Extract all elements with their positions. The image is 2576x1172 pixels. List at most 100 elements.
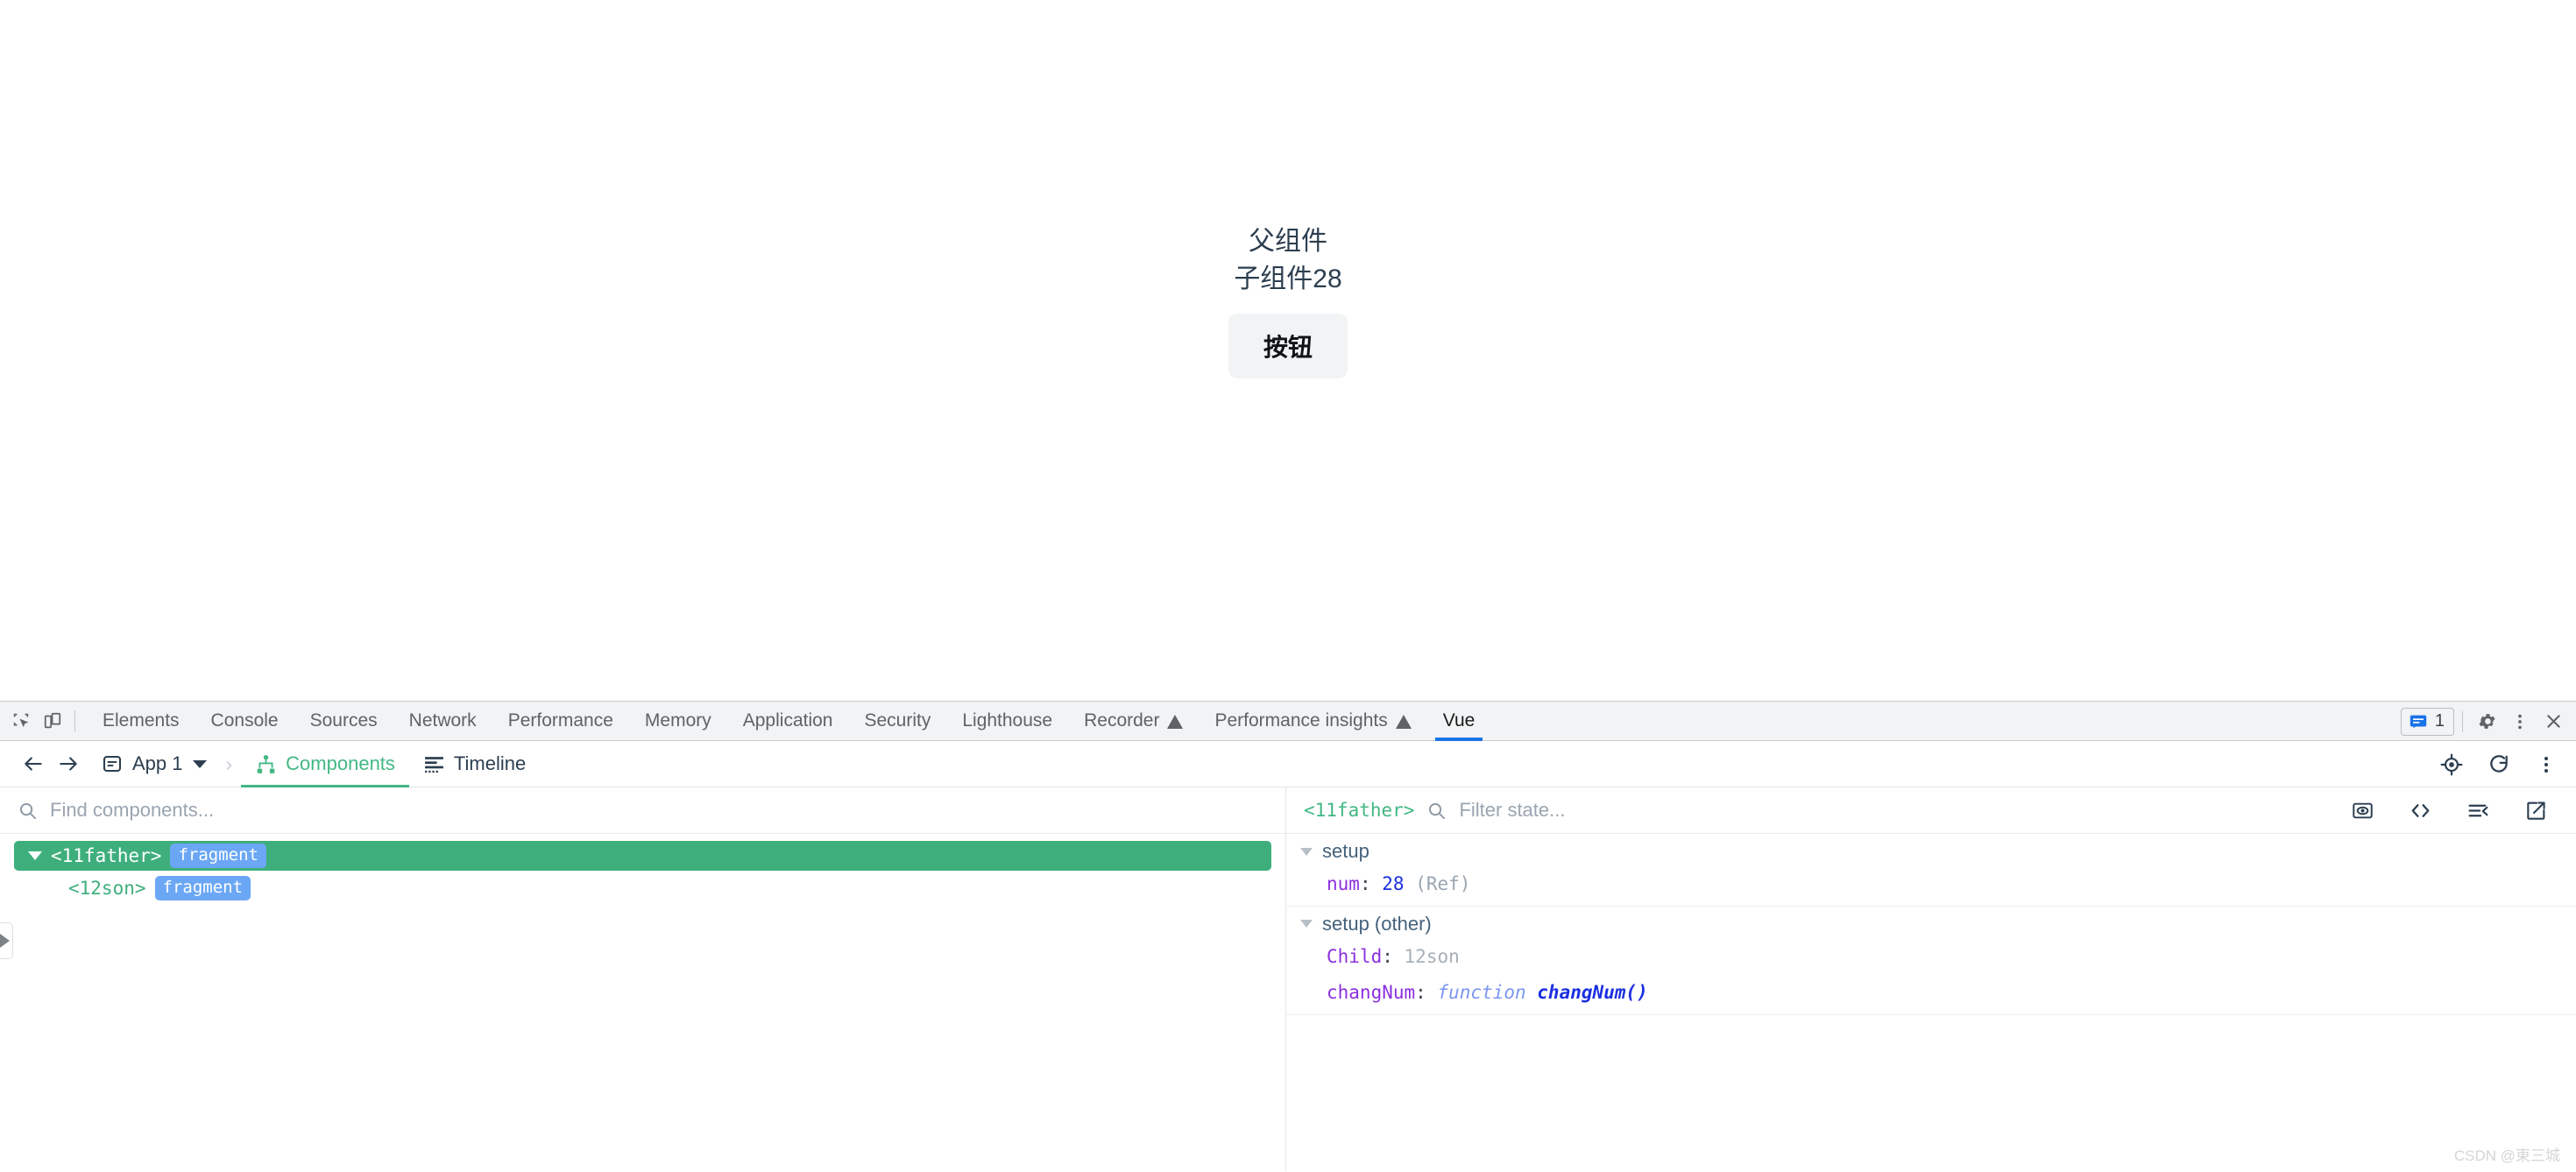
state-filter-row: <11father> [1286, 787, 2576, 834]
app-root: 父组件 子组件28 按钮 [0, 223, 2576, 379]
tab-performance-label: Performance [507, 710, 613, 731]
state-value: 12son [1404, 945, 1460, 967]
tab-network-label: Network [408, 710, 477, 731]
tab-sources[interactable]: Sources [294, 702, 393, 741]
state-group-setup-other: setup (other) Child: 12son changNum: fun… [1286, 907, 2576, 1015]
component-tree-pane: <11father> fragment <12son> fragment [0, 787, 1286, 1171]
vue-toolbar: App 1 › Components Timeline [0, 741, 2576, 787]
tab-security[interactable]: Security [848, 702, 946, 741]
tab-memory[interactable]: Memory [629, 702, 727, 741]
state-item-child[interactable]: Child: 12son [1286, 942, 2576, 978]
tab-security-label: Security [864, 710, 931, 731]
collapse-caret-icon [1300, 920, 1313, 928]
tab-console-label: Console [210, 710, 279, 731]
state-value: 28 [1382, 873, 1405, 894]
devtools-panel: Elements Console Sources Network Perform… [0, 701, 2576, 1172]
selected-component-label: <11father> [1304, 800, 1415, 821]
tab-application[interactable]: Application [727, 702, 849, 741]
inspect-element-icon[interactable] [5, 705, 37, 737]
devtools-tabbar: Elements Console Sources Network Perform… [0, 702, 2576, 741]
tab-vue-label: Vue [1442, 710, 1476, 731]
vue-more-options-icon[interactable] [2529, 747, 2564, 782]
search-icon [1429, 802, 1446, 819]
tree-node-12son[interactable]: <12son> fragment [14, 873, 1271, 903]
experiment-flask-icon [1167, 715, 1184, 729]
app-icon [103, 755, 122, 773]
state-colon: : [1415, 982, 1426, 1003]
tree-node-badge: fragment [170, 843, 266, 869]
component-search-row [0, 787, 1285, 834]
tab-network[interactable]: Network [393, 702, 492, 741]
state-key: changNum [1327, 982, 1416, 1003]
expand-drawer-handle[interactable] [0, 922, 13, 959]
tab-application-label: Application [742, 710, 833, 731]
refresh-icon[interactable] [2481, 747, 2516, 782]
tab-elements-label: Elements [103, 710, 180, 731]
state-value-meta: (Ref) [1415, 873, 1471, 894]
state-group-setup: setup num: 28 (Ref) [1286, 834, 2576, 907]
back-arrow-icon[interactable] [16, 746, 51, 781]
tab-sources-label: Sources [309, 710, 378, 731]
inspect-dom-icon[interactable] [2403, 793, 2438, 828]
state-item-changnum[interactable]: changNum: function changNum() [1286, 978, 2576, 1014]
search-icon [19, 802, 37, 819]
tab-elements[interactable]: Elements [87, 702, 195, 741]
breadcrumb-separator: › [225, 752, 233, 775]
state-key: Child [1327, 945, 1383, 967]
state-group-header[interactable]: setup [1286, 834, 2576, 869]
tab-vue[interactable]: Vue [1427, 702, 1491, 741]
state-group-header[interactable]: setup (other) [1286, 907, 2576, 942]
settings-gear-icon[interactable] [2471, 706, 2502, 738]
tab-timeline[interactable]: Timeline [409, 741, 540, 787]
devtools-tab-list: Elements Console Sources Network Perform… [87, 702, 1490, 741]
tab-memory-label: Memory [644, 710, 711, 731]
timeline-icon [425, 756, 443, 773]
collapse-all-icon[interactable] [2460, 793, 2495, 828]
open-in-editor-icon[interactable] [2518, 793, 2553, 828]
state-colon: : [1382, 945, 1393, 967]
state-pane-actions [2345, 793, 2558, 828]
watermark: CSDN @東三城 [2453, 1147, 2560, 1164]
vue-body: <11father> fragment <12son> fragment <11… [0, 787, 2576, 1171]
forward-arrow-icon[interactable] [51, 746, 86, 781]
tab-performance-insights[interactable]: Performance insights [1199, 702, 1426, 741]
app-selector[interactable]: App 1 [95, 749, 214, 779]
state-item-num[interactable]: num: 28 (Ref) [1286, 869, 2576, 906]
tab-recorder[interactable]: Recorder [1068, 702, 1199, 741]
state-colon: : [1359, 873, 1371, 894]
find-components-input[interactable] [50, 799, 1268, 822]
console-message-badge[interactable]: 1 [2400, 707, 2454, 736]
select-component-icon[interactable] [2434, 747, 2469, 782]
tree-node-name: <12son> [68, 878, 146, 899]
tab-performance[interactable]: Performance [492, 702, 629, 741]
tab-timeline-label: Timeline [453, 752, 527, 774]
experiment-flask-icon [1395, 715, 1412, 729]
chevron-down-icon [192, 759, 207, 768]
app-name-label: App 1 [132, 752, 183, 774]
increment-button[interactable]: 按钮 [1228, 314, 1348, 379]
vue-toolbar-actions [2434, 741, 2564, 787]
web-page-viewport: 父组件 子组件28 按钮 [0, 0, 2576, 701]
state-group-title: setup [1322, 840, 1369, 862]
tab-console[interactable]: Console [195, 702, 294, 741]
more-options-icon[interactable] [2504, 706, 2536, 738]
state-value-meta: function [1437, 982, 1526, 1003]
tab-components[interactable]: Components [241, 741, 409, 787]
collapse-caret-icon [1300, 847, 1313, 856]
component-tree: <11father> fragment <12son> fragment [0, 834, 1285, 903]
message-icon [2410, 715, 2427, 728]
components-tree-icon [257, 754, 275, 773]
expand-arrow-icon[interactable] [28, 851, 42, 860]
tab-performance-insights-label: Performance insights [1214, 710, 1388, 731]
tree-node-11father[interactable]: <11father> fragment [14, 841, 1271, 871]
tab-lighthouse[interactable]: Lighthouse [946, 702, 1068, 741]
filter-state-input[interactable] [1459, 799, 2332, 822]
state-key: num [1327, 873, 1360, 894]
scroll-to-component-icon[interactable] [2345, 793, 2380, 828]
state-value: changNum() [1537, 982, 1648, 1003]
tab-recorder-label: Recorder [1084, 710, 1160, 731]
device-toolbar-icon[interactable] [37, 705, 68, 737]
close-devtools-icon[interactable] [2537, 706, 2569, 738]
child-component-text: 子组件28 [1234, 264, 1342, 293]
tree-node-badge: fragment [154, 875, 251, 901]
